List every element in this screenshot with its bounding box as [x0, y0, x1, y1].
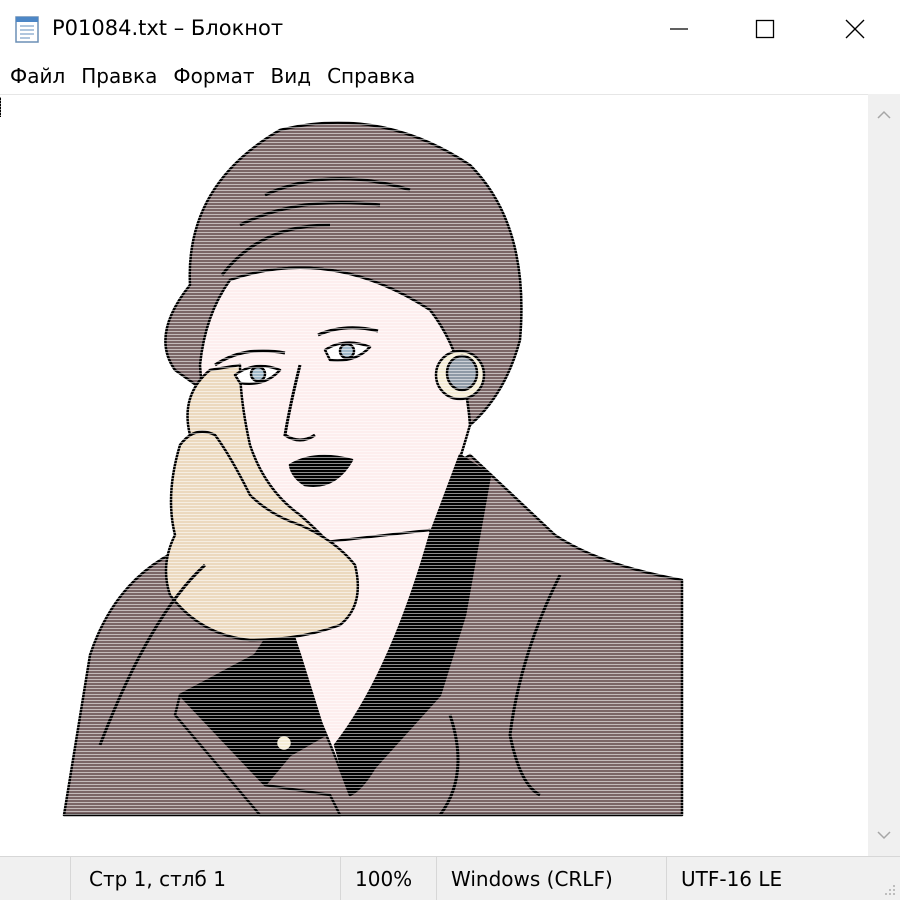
close-button[interactable] — [810, 0, 900, 58]
minimize-icon — [670, 28, 688, 30]
title-bar[interactable]: P01084.txt – Блокнот — [0, 0, 900, 58]
window-title: P01084.txt – Блокнот — [52, 16, 284, 40]
maximize-button[interactable] — [720, 0, 810, 58]
text-editor[interactable] — [0, 94, 868, 856]
status-cursor-position: Стр 1, стлб 1 — [70, 857, 340, 900]
status-line-endings: Windows (CRLF) — [436, 857, 666, 900]
status-zoom: 100% — [340, 857, 436, 900]
vertical-scrollbar[interactable] — [868, 94, 900, 856]
chevron-up-icon — [877, 110, 891, 119]
notepad-icon — [15, 16, 39, 43]
chevron-down-icon — [877, 831, 891, 840]
menu-bar: Файл Правка Формат Вид Справка — [0, 58, 900, 94]
status-spacer — [0, 857, 70, 900]
menu-view[interactable]: Вид — [263, 64, 320, 88]
notepad-window: P01084.txt – Блокнот Файл Правка Формат … — [0, 0, 900, 900]
close-icon — [845, 19, 865, 39]
ascii-art-woman-on-phone — [0, 95, 868, 856]
status-bar: Стр 1, стлб 1 100% Windows (CRLF) UTF-16… — [0, 856, 900, 900]
scroll-down-button[interactable] — [868, 818, 900, 852]
menu-format[interactable]: Формат — [165, 64, 262, 88]
menu-edit[interactable]: Правка — [73, 64, 165, 88]
menu-file[interactable]: Файл — [2, 64, 73, 88]
menu-help[interactable]: Справка — [319, 64, 423, 88]
status-encoding: UTF-16 LE — [666, 857, 876, 900]
minimize-button[interactable] — [634, 0, 724, 58]
resize-grip-icon[interactable] — [882, 882, 896, 896]
maximize-icon — [755, 19, 775, 39]
scroll-up-button[interactable] — [868, 98, 900, 132]
